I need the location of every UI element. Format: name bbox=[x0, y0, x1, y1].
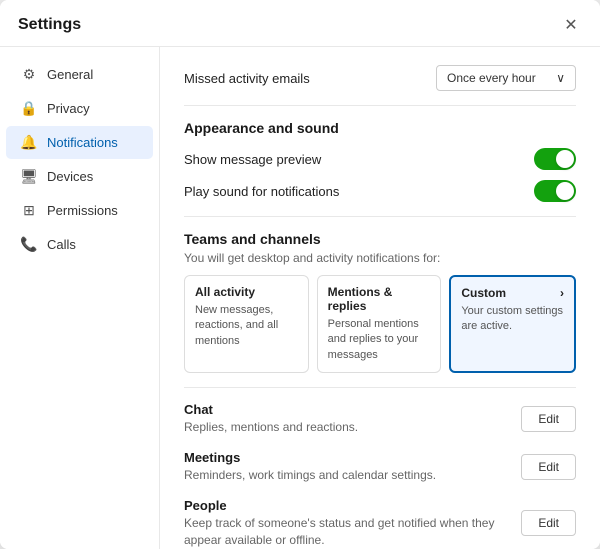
sidebar-item-calls[interactable]: 📞 Calls bbox=[6, 228, 153, 261]
title-bar: Settings ✕ bbox=[0, 0, 600, 47]
divider-3 bbox=[184, 387, 576, 388]
card-mentions-desc: Personal mentions and replies to your me… bbox=[328, 317, 431, 363]
edit-section-meetings: Meetings Reminders, work timings and cal… bbox=[184, 450, 576, 484]
divider-2 bbox=[184, 216, 576, 217]
chat-desc: Replies, mentions and reactions. bbox=[184, 419, 509, 436]
missed-activity-row: Missed activity emails Once every hour ∨ bbox=[184, 65, 576, 91]
teams-subtext: You will get desktop and activity notifi… bbox=[184, 251, 576, 265]
edit-row-people: People Keep track of someone's status an… bbox=[184, 498, 576, 549]
card-custom-arrow-icon: › bbox=[560, 286, 564, 300]
card-custom[interactable]: Custom › Your custom settings are active… bbox=[449, 275, 576, 373]
sidebar: ⚙ General 🔒 Privacy 🔔 Notifications 🖥 De… bbox=[0, 47, 160, 549]
close-button[interactable]: ✕ bbox=[560, 14, 582, 36]
play-sound-toggle[interactable] bbox=[534, 180, 576, 202]
sidebar-item-notifications[interactable]: 🔔 Notifications bbox=[6, 126, 153, 159]
people-title: People bbox=[184, 498, 509, 513]
play-sound-label: Play sound for notifications bbox=[184, 184, 339, 199]
meetings-title: Meetings bbox=[184, 450, 509, 465]
sidebar-label-devices: Devices bbox=[47, 169, 93, 184]
sidebar-item-devices[interactable]: 🖥 Devices bbox=[6, 160, 153, 193]
sidebar-item-general[interactable]: ⚙ General bbox=[6, 58, 153, 91]
chat-title: Chat bbox=[184, 402, 509, 417]
sidebar-label-notifications: Notifications bbox=[47, 135, 118, 150]
people-text-block: People Keep track of someone's status an… bbox=[184, 498, 509, 549]
general-icon: ⚙ bbox=[20, 66, 38, 83]
meetings-desc: Reminders, work timings and calendar set… bbox=[184, 467, 509, 484]
edit-section-chat: Chat Replies, mentions and reactions. Ed… bbox=[184, 402, 576, 436]
show-preview-toggle[interactable] bbox=[534, 148, 576, 170]
card-all-activity[interactable]: All activity New messages, reactions, an… bbox=[184, 275, 309, 373]
card-mentions-replies[interactable]: Mentions & replies Personal mentions and… bbox=[317, 275, 442, 373]
card-custom-title: Custom › bbox=[461, 286, 564, 300]
edit-row-chat: Chat Replies, mentions and reactions. Ed… bbox=[184, 402, 576, 436]
chat-text-block: Chat Replies, mentions and reactions. bbox=[184, 402, 509, 436]
missed-activity-label: Missed activity emails bbox=[184, 71, 310, 86]
notifications-icon: 🔔 bbox=[20, 134, 38, 151]
people-edit-button[interactable]: Edit bbox=[521, 510, 576, 536]
permissions-icon: ⊞ bbox=[20, 202, 38, 219]
show-preview-label: Show message preview bbox=[184, 152, 321, 167]
teams-heading: Teams and channels bbox=[184, 231, 576, 247]
sidebar-item-permissions[interactable]: ⊞ Permissions bbox=[6, 194, 153, 227]
card-all-activity-title: All activity bbox=[195, 285, 298, 299]
settings-window: Settings ✕ ⚙ General 🔒 Privacy 🔔 Notific… bbox=[0, 0, 600, 549]
edit-section-people: People Keep track of someone's status an… bbox=[184, 498, 576, 549]
privacy-icon: 🔒 bbox=[20, 100, 38, 117]
card-all-activity-desc: New messages, reactions, and all mention… bbox=[195, 303, 298, 349]
devices-icon: 🖥 bbox=[20, 168, 38, 185]
show-preview-row: Show message preview bbox=[184, 148, 576, 170]
missed-activity-dropdown[interactable]: Once every hour ∨ bbox=[436, 65, 576, 91]
meetings-text-block: Meetings Reminders, work timings and cal… bbox=[184, 450, 509, 484]
sidebar-label-permissions: Permissions bbox=[47, 203, 118, 218]
edit-row-meetings: Meetings Reminders, work timings and cal… bbox=[184, 450, 576, 484]
appearance-heading: Appearance and sound bbox=[184, 120, 576, 136]
play-sound-row: Play sound for notifications bbox=[184, 180, 576, 202]
dropdown-value: Once every hour bbox=[447, 71, 536, 85]
window-title: Settings bbox=[18, 16, 81, 34]
dropdown-arrow-icon: ∨ bbox=[556, 71, 565, 85]
sidebar-label-calls: Calls bbox=[47, 237, 76, 252]
sidebar-item-privacy[interactable]: 🔒 Privacy bbox=[6, 92, 153, 125]
sidebar-label-privacy: Privacy bbox=[47, 101, 90, 116]
divider-1 bbox=[184, 105, 576, 106]
calls-icon: 📞 bbox=[20, 236, 38, 253]
meetings-edit-button[interactable]: Edit bbox=[521, 454, 576, 480]
card-mentions-title: Mentions & replies bbox=[328, 285, 431, 313]
main-content: Missed activity emails Once every hour ∨… bbox=[160, 47, 600, 549]
body: ⚙ General 🔒 Privacy 🔔 Notifications 🖥 De… bbox=[0, 47, 600, 549]
people-desc: Keep track of someone's status and get n… bbox=[184, 515, 509, 549]
card-custom-desc: Your custom settings are active. bbox=[461, 304, 564, 335]
teams-cards: All activity New messages, reactions, an… bbox=[184, 275, 576, 373]
sidebar-label-general: General bbox=[47, 67, 93, 82]
chat-edit-button[interactable]: Edit bbox=[521, 406, 576, 432]
